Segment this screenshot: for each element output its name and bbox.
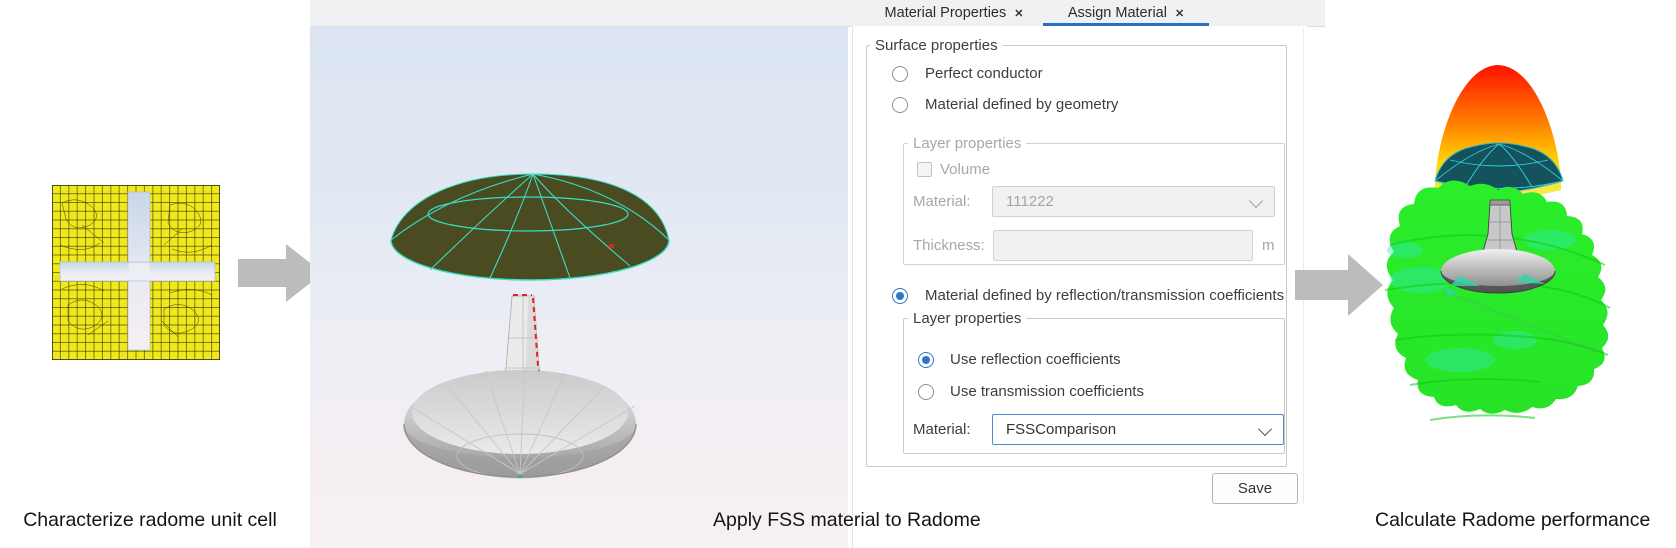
thickness-input-disabled	[993, 230, 1253, 261]
radome-dome	[391, 174, 669, 280]
caption-step1: Characterize radome unit cell	[20, 509, 280, 532]
tab-assign-material[interactable]: Assign Material ✕	[1043, 0, 1209, 26]
caption-step3: Calculate Radome performance	[1375, 509, 1637, 532]
material-label: Material:	[913, 193, 971, 211]
tab-label: Assign Material	[1068, 5, 1167, 21]
material-value: FSSComparison	[1006, 421, 1116, 438]
close-icon[interactable]: ✕	[1175, 8, 1184, 20]
radio-use-transmission[interactable]	[918, 384, 934, 400]
volume-label: Volume	[940, 161, 990, 179]
radio-label: Use transmission coefficients	[950, 383, 1144, 401]
thickness-unit: m	[1262, 237, 1275, 255]
radio-use-reflection[interactable]	[918, 352, 934, 368]
tab-label: Material Properties	[885, 5, 1007, 21]
group-title: Layer properties	[908, 135, 1026, 152]
workflow-figure: Material Properties ✕ Assign Material ✕ Su…	[0, 0, 1676, 548]
material-value: 111222	[1006, 193, 1054, 210]
chevron-down-icon	[1249, 194, 1263, 208]
material-dropdown-disabled: 111222	[992, 186, 1275, 217]
tab-material-properties[interactable]: Material Properties ✕	[868, 0, 1040, 26]
radio-label: Material defined by reflection/transmiss…	[925, 287, 1284, 305]
radio-label: Material defined by geometry	[925, 96, 1118, 114]
group-title: Surface properties	[870, 37, 1003, 54]
reflector-dish	[404, 367, 636, 478]
viewport-3d[interactable]	[310, 26, 848, 548]
close-icon[interactable]: ✕	[1014, 8, 1023, 20]
radio-label: Use reflection coefficients	[950, 351, 1121, 369]
radio-material-by-geometry[interactable]	[892, 97, 908, 113]
volume-checkbox	[917, 162, 932, 177]
group-title: Layer properties	[908, 310, 1026, 327]
material-dropdown[interactable]: FSSComparison	[992, 414, 1284, 445]
caption-step2: Apply FSS material to Radome	[713, 509, 973, 532]
selection-marker	[609, 244, 614, 248]
chevron-down-icon	[1258, 422, 1272, 436]
radome-assembly-view	[310, 26, 848, 548]
material-label: Material:	[913, 421, 971, 439]
unit-cell-image	[52, 185, 220, 360]
thickness-label: Thickness:	[913, 237, 985, 255]
radiation-pattern-image	[1310, 40, 1676, 510]
radio-perfect-conductor[interactable]	[892, 66, 908, 82]
radio-label: Perfect conductor	[925, 65, 1043, 83]
radio-material-by-coefficients[interactable]	[892, 288, 908, 304]
save-button[interactable]: Save	[1212, 473, 1298, 504]
